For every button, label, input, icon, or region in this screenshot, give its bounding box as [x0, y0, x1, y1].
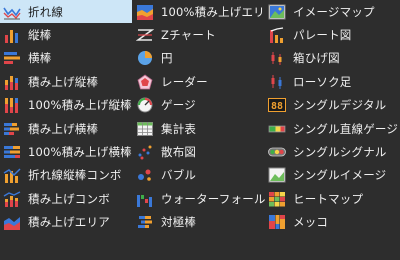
chart-type-label: 円	[161, 51, 173, 66]
chart-type-label: ヒートマップ	[293, 191, 364, 206]
pie-chart-icon	[136, 50, 154, 66]
chart-type-label: Zチャート	[161, 28, 216, 43]
chart-type-radar[interactable]: レーダー	[132, 70, 265, 93]
chart-type-label: 折れ線縦棒コンボ	[28, 168, 122, 183]
line-chart-icon	[3, 4, 21, 20]
chart-type-label: 積み上げエリア	[28, 215, 110, 230]
scatter-plot-icon	[136, 144, 154, 160]
chart-type-single-signal[interactable]: シングルシグナル	[265, 140, 400, 163]
chart-type-percent-stacked-area[interactable]: 100%積み上げエリア	[132, 0, 265, 23]
chart-type-label: 対極棒	[161, 215, 197, 230]
percent-stacked-bar-icon	[3, 144, 21, 160]
waterfall-chart-icon	[136, 191, 154, 207]
chart-type-pie[interactable]: 円	[132, 47, 265, 70]
chart-type-label: ゲージ	[161, 98, 196, 113]
chart-type-pareto[interactable]: パレート図	[265, 23, 400, 46]
chart-type-label: ウォーターフォール	[161, 191, 265, 206]
pareto-chart-icon	[268, 27, 286, 44]
percent-stacked-area-icon	[136, 4, 154, 20]
chart-type-label: ローソク足	[293, 74, 352, 89]
chart-type-percent-stacked-bar[interactable]: 100%積み上げ横棒	[0, 140, 132, 163]
chart-type-box-plot[interactable]: 箱ひげ図	[265, 47, 400, 70]
single-image-icon	[268, 167, 286, 183]
mekko-chart-icon	[268, 214, 286, 230]
chart-type-label: 100%積み上げ縦棒	[28, 98, 132, 113]
z-chart-icon	[136, 27, 154, 43]
chart-type-label: 折れ線	[28, 4, 64, 19]
chart-type-label: レーダー	[161, 74, 208, 89]
heatmap-icon	[268, 191, 286, 207]
chart-type-column-2: 100%積み上げエリア Zチャート 円	[132, 0, 265, 234]
stacked-column-icon	[3, 74, 21, 90]
chart-type-label: 積み上げコンボ	[28, 191, 110, 206]
chart-type-bar[interactable]: 横棒	[0, 47, 132, 70]
chart-type-heatmap[interactable]: ヒートマップ	[265, 187, 400, 210]
chart-type-image-map[interactable]: イメージマップ	[265, 0, 400, 23]
single-digital-icon-text: 88	[271, 101, 283, 112]
radar-chart-icon	[136, 74, 154, 90]
chart-type-waterfall[interactable]: ウォーターフォール	[132, 187, 265, 210]
chart-type-stacked-combo[interactable]: 積み上げコンボ	[0, 187, 132, 210]
percent-stacked-column-icon	[3, 97, 21, 114]
chart-type-mekko[interactable]: メッコ	[265, 211, 400, 234]
chart-type-label: 積み上げ縦棒	[28, 74, 99, 89]
chart-type-label: シングルイメージ	[293, 168, 387, 183]
candlestick-icon	[268, 74, 286, 90]
stacked-combo-icon	[3, 191, 21, 207]
chart-type-label: 100%積み上げ横棒	[28, 145, 132, 160]
chart-type-label: バブル	[161, 168, 197, 183]
chart-type-z-chart[interactable]: Zチャート	[132, 23, 265, 46]
chart-type-column-3: イメージマップ パレート図 箱ひげ図 ローソク足 88 シングルデジタル シング…	[265, 0, 400, 234]
box-plot-icon	[268, 50, 286, 66]
chart-type-label: パレート図	[293, 28, 352, 43]
chart-type-label: シングルシグナル	[293, 145, 387, 160]
chart-type-label: イメージマップ	[293, 4, 375, 19]
chart-type-label: 散布図	[161, 145, 197, 160]
gauge-icon	[136, 97, 154, 113]
chart-type-scatter[interactable]: 散布図	[132, 140, 265, 163]
image-map-icon	[268, 4, 286, 20]
stacked-area-icon	[3, 214, 21, 231]
linear-gauge-icon	[268, 121, 286, 137]
chart-type-label: 積み上げ横棒	[28, 121, 99, 136]
chart-type-single-digital[interactable]: 88 シングルデジタル	[265, 94, 400, 117]
bubble-chart-icon	[136, 167, 154, 183]
stacked-bar-icon	[3, 121, 21, 137]
line-column-combo-icon	[3, 167, 21, 184]
chart-type-candlestick[interactable]: ローソク足	[265, 70, 400, 93]
chart-type-stacked-bar[interactable]: 積み上げ横棒	[0, 117, 132, 140]
chart-type-linear-gauge[interactable]: シングル直線ゲージ	[265, 117, 400, 140]
chart-type-label: メッコ	[293, 215, 329, 230]
chart-type-stacked-area[interactable]: 積み上げエリア	[0, 211, 132, 234]
chart-type-percent-stacked-column[interactable]: 100%積み上げ縦棒	[0, 94, 132, 117]
chart-type-column-1: 折れ線 縦棒 横棒 積み上げ縦棒 100%積み上げ縦棒 積み上げ横棒 100%積…	[0, 0, 132, 234]
chart-type-stacked-column[interactable]: 積み上げ縦棒	[0, 70, 132, 93]
summary-table-icon	[136, 121, 154, 137]
chart-type-label: シングル直線ゲージ	[293, 121, 399, 136]
chart-type-column[interactable]: 縦棒	[0, 23, 132, 46]
single-digital-icon: 88	[268, 97, 286, 113]
chart-type-label: 横棒	[28, 51, 52, 66]
diverging-bar-icon	[136, 214, 154, 230]
chart-type-label: 縦棒	[28, 28, 52, 43]
bar-chart-icon	[3, 50, 21, 66]
chart-type-label: 集計表	[161, 121, 197, 136]
chart-type-diverging-bar[interactable]: 対極棒	[132, 211, 265, 234]
chart-type-bubble[interactable]: バブル	[132, 164, 265, 187]
chart-type-label: 箱ひげ図	[293, 51, 340, 66]
chart-type-label: シングルデジタル	[293, 98, 387, 113]
chart-type-picker: 折れ線 縦棒 横棒 積み上げ縦棒 100%積み上げ縦棒 積み上げ横棒 100%積…	[0, 0, 400, 260]
chart-type-label: 100%積み上げエリア	[161, 4, 265, 19]
chart-type-summary-table[interactable]: 集計表	[132, 117, 265, 140]
chart-type-line-column-combo[interactable]: 折れ線縦棒コンボ	[0, 164, 132, 187]
single-signal-icon	[268, 144, 286, 160]
column-chart-icon	[3, 27, 21, 44]
chart-type-single-image[interactable]: シングルイメージ	[265, 164, 400, 187]
chart-type-line[interactable]: 折れ線	[0, 0, 132, 24]
chart-type-gauge[interactable]: ゲージ	[132, 94, 265, 117]
